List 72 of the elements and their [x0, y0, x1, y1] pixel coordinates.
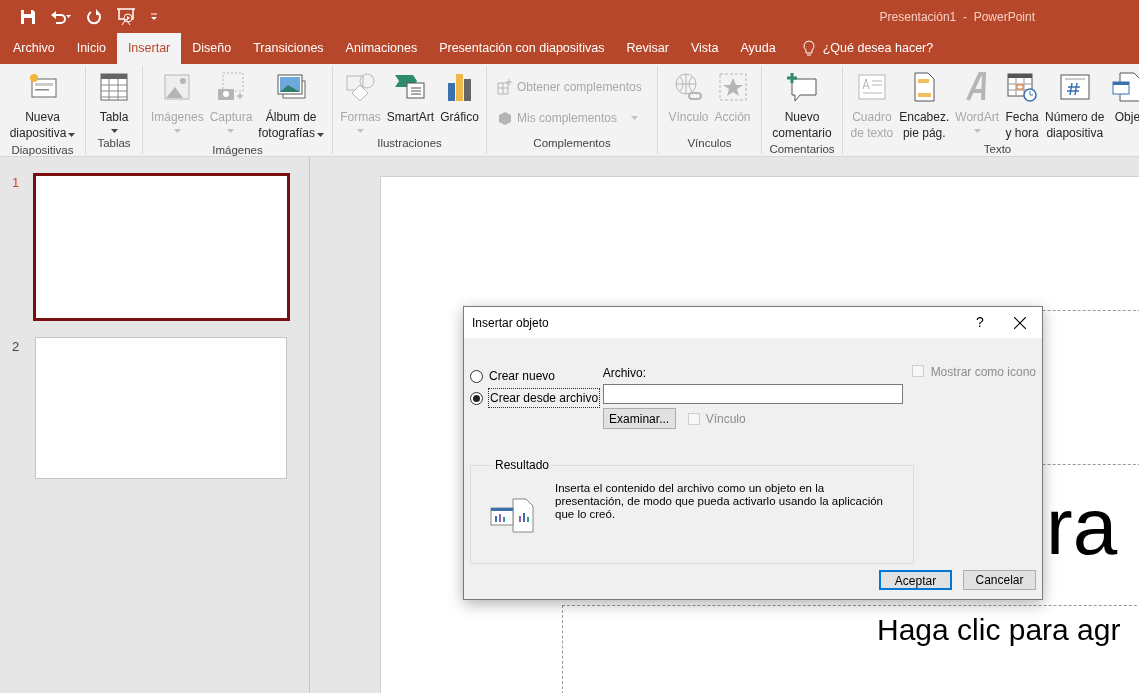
ribbon-tab[interactable]: Transiciones [242, 33, 335, 64]
ribbon-button[interactable]: Álbum de fotografías [255, 66, 328, 142]
ribbon-button[interactable]: Fecha y hora [1002, 66, 1043, 141]
ribbon-tab[interactable]: Archivo [2, 33, 66, 64]
checkbox-label: Vínculo [705, 410, 746, 428]
close-icon[interactable] [1014, 316, 1026, 329]
radio-button[interactable] [470, 391, 483, 405]
customize-icon[interactable] [150, 12, 158, 21]
number-sign-icon [1057, 71, 1092, 103]
dialog-button[interactable]: Aceptar [879, 570, 952, 590]
radio-option[interactable]: Crear desde archivo [470, 389, 603, 407]
ribbon-button[interactable]: Número de diapositiva [1042, 66, 1108, 141]
ribbon-button[interactable]: Nueva diapositiva [6, 66, 79, 142]
shapes-icon [343, 71, 378, 103]
presentation-icon[interactable] [116, 7, 136, 26]
checkbox-label: Mostrar como icono [930, 364, 1036, 381]
caret-icon [317, 132, 325, 137]
caret-icon [227, 129, 235, 133]
caret-icon [973, 129, 981, 133]
undo-icon[interactable] [50, 8, 72, 25]
caret-icon [356, 129, 364, 133]
ribbon-tab[interactable]: Diseño [181, 33, 243, 64]
caret-icon [110, 129, 118, 133]
browse-button[interactable]: Examinar... [602, 408, 676, 429]
group-label: Complementos [532, 135, 612, 151]
caret-icon [173, 129, 181, 133]
radio-option[interactable]: Crear nuevo [470, 367, 595, 385]
group-label: Texto [982, 142, 1013, 157]
ribbon-tab[interactable]: Revisar [615, 33, 680, 64]
slide-subtitle: Haga clic para agr [877, 612, 1121, 648]
embedded-chart-icon [489, 497, 535, 533]
ribbon-button[interactable]: Obje [1107, 66, 1139, 141]
ribbon-button[interactable]: Tabla [94, 66, 134, 135]
group-title: Resultado [494, 457, 551, 474]
ribbon-tab[interactable]: Vista [679, 33, 730, 64]
slide-thumbnail[interactable] [33, 173, 290, 321]
result-description: Inserta el contenido del archivo como un objeto en la presentación, de modo que pueda activarlo usando la aplicación que lo creó. [555, 482, 884, 521]
ribbon-tab[interactable]: Inicio [65, 33, 117, 64]
ribbon-button[interactable]: Gráfico [437, 66, 482, 135]
cube-icon [497, 110, 513, 126]
group-label: Imágenes [211, 142, 264, 158]
caret-icon [631, 116, 639, 120]
calendar-clock-icon [1005, 71, 1040, 103]
ribbon-tab[interactable]: Presentación con diapositivas [428, 33, 616, 64]
redo-icon[interactable] [86, 8, 102, 25]
comment-icon [785, 71, 819, 103]
ribbon-button[interactable]: SmartArt [383, 66, 438, 135]
group-label: Comentarios [768, 142, 836, 157]
window-title: Presentación1 - PowerPoint [879, 8, 1035, 26]
slide-title: ra [1046, 487, 1118, 567]
caret-icon [68, 132, 76, 137]
table-icon [97, 71, 131, 103]
ribbon-tab[interactable]: Ayuda [729, 33, 787, 64]
ribbon-button[interactable]: Encabez. pie pág. [896, 66, 953, 141]
field-label: Archivo: [602, 365, 647, 382]
tell-me-search[interactable]: ¿Qué desea hacer? [822, 39, 934, 58]
slide-number: 1 [11, 174, 21, 192]
group-label: Ilustraciones [376, 135, 443, 151]
lightbulb-icon[interactable] [802, 40, 815, 57]
help-button[interactable]: ? [968, 312, 992, 333]
ribbon-button[interactable]: Nuevo comentario [769, 66, 835, 141]
group-label: Diapositivas [10, 142, 75, 158]
group-label: Tablas [96, 135, 132, 151]
slide-number: 2 [11, 338, 21, 356]
add-grid-icon [497, 79, 513, 95]
radio-button[interactable] [470, 369, 483, 383]
group-label: Vínculos [686, 135, 733, 151]
file-path-field[interactable] [602, 384, 903, 404]
dialog-button[interactable]: Cancelar [963, 570, 1036, 590]
ribbon-tab[interactable]: Insertar [116, 33, 182, 64]
dialog-title: Insertar objeto [472, 314, 549, 332]
ribbon-tab[interactable]: Animaciones [334, 33, 429, 64]
